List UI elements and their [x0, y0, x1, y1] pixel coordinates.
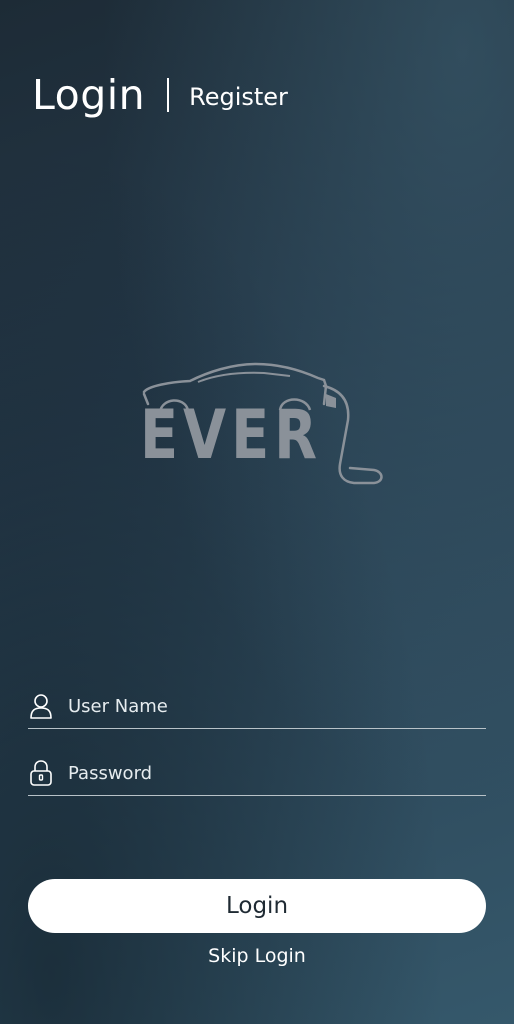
logo-wordmark: EVER: [140, 396, 322, 475]
tab-divider: [167, 78, 170, 112]
password-input[interactable]: [68, 762, 486, 784]
login-button[interactable]: Login: [28, 879, 486, 933]
lock-icon: [28, 759, 54, 787]
password-field: [28, 751, 486, 796]
auth-tabs: Login Register: [32, 70, 288, 120]
username-field: [28, 684, 486, 729]
tab-login[interactable]: Login: [32, 71, 145, 119]
user-icon: [28, 692, 54, 720]
skip-login-link[interactable]: Skip Login: [0, 945, 514, 967]
background: [0, 0, 514, 1024]
ever-logo: EVER: [140, 360, 386, 490]
tab-register[interactable]: Register: [189, 83, 288, 111]
username-input[interactable]: [68, 695, 486, 717]
